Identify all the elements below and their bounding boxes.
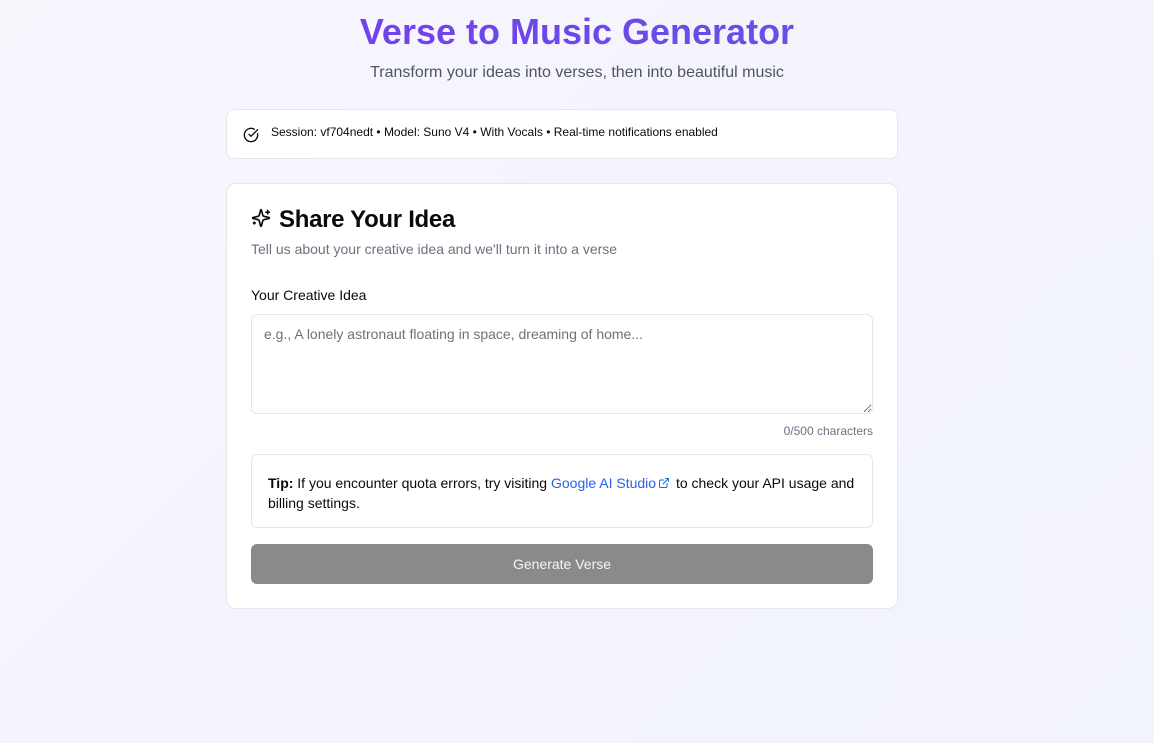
card-description: Tell us about your creative idea and we'… [251, 241, 618, 257]
external-link-icon [659, 478, 670, 488]
idea-field-label: Your Creative Idea [251, 287, 367, 303]
generate-verse-button[interactable]: Generate Verse [251, 544, 873, 584]
page-subtitle: Transform your ideas into verses, then i… [370, 64, 784, 81]
session-status-card: Session: vf704nedt • Model: Suno V4 • Wi… [226, 109, 898, 159]
share-idea-card: Share Your Idea Tell us about your creat… [226, 183, 898, 609]
tip-text-before: If you encounter quota errors, try visit… [293, 475, 551, 491]
sparkles-icon [251, 208, 279, 233]
page-title: Verse to Music Generator [0, 10, 1154, 54]
session-info-text: Session: vf704nedt • Model: Suno V4 • Wi… [271, 125, 718, 139]
google-ai-studio-link[interactable]: Google AI Studio [551, 475, 672, 491]
tip-link-text: Google AI Studio [550, 475, 657, 491]
tip-label: Tip: [268, 475, 294, 491]
tip-box: Tip: If you encounter quota errors, try … [251, 454, 873, 528]
card-title: Share Your Idea [279, 206, 456, 233]
page: Verse to Music Generator Transform your … [0, 0, 1154, 743]
check-circle-icon [243, 125, 271, 148]
character-counter: 0/500 characters [783, 424, 873, 438]
card-header: Share Your Idea [251, 206, 455, 234]
idea-textarea[interactable] [251, 314, 873, 414]
